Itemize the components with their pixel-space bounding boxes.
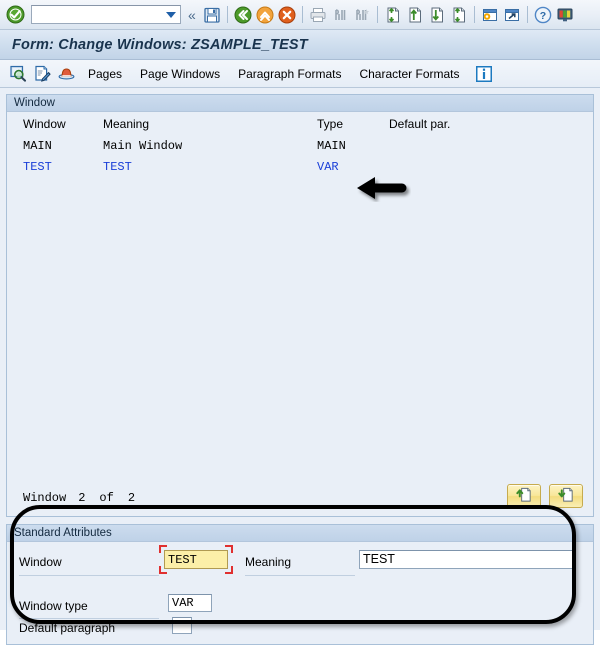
scroll-up-button[interactable] [507, 484, 541, 508]
field-underline [19, 575, 159, 576]
previous-page-icon[interactable] [404, 4, 426, 26]
chevron-down-icon[interactable] [166, 12, 176, 18]
command-input[interactable] [32, 7, 166, 22]
save-icon[interactable] [201, 4, 223, 26]
meaning-field-label: Meaning [245, 555, 292, 569]
standard-attributes-panel: Standard Attributes Window TEST Meaning … [6, 524, 594, 645]
window-list: Window Meaning Type Default par. MAIN Ma… [7, 112, 593, 480]
default-paragraph-field-label: Default paragraph [19, 621, 116, 635]
window-table: Window Meaning Type Default par. MAIN Ma… [7, 112, 593, 178]
paging-bar: Window 2 of 2 [7, 480, 593, 516]
paging-of: of [99, 491, 114, 505]
local-layout-icon[interactable] [554, 4, 576, 26]
cell-type[interactable]: VAR [317, 157, 389, 178]
print-icon [307, 4, 329, 26]
table-header-row: Window Meaning Type Default par. [7, 112, 593, 136]
paging-current: 2 [78, 491, 86, 505]
toolbar-separator [226, 6, 228, 23]
command-field[interactable] [31, 5, 181, 24]
column-header-meaning: Meaning [103, 117, 150, 131]
display-icon[interactable] [7, 63, 29, 85]
find-next-icon [351, 4, 373, 26]
window-input[interactable]: TEST [164, 550, 228, 569]
cell-type[interactable]: MAIN [317, 136, 389, 157]
page-title: Form: Change Windows: ZSAMPLE_TEST [12, 36, 308, 53]
cell-default-par[interactable] [389, 136, 593, 157]
window-field-label: Window [19, 555, 62, 569]
paragraph-formats-button[interactable]: Paragraph Formats [229, 63, 350, 85]
paging-total: 2 [127, 491, 136, 505]
next-page-icon[interactable] [426, 4, 448, 26]
customize-local-layout-icon[interactable] [479, 4, 501, 26]
standard-attributes-header: Standard Attributes [7, 525, 593, 542]
window-group-header: Window [7, 95, 593, 112]
last-page-icon[interactable] [448, 4, 470, 26]
green-check-icon[interactable] [4, 4, 26, 26]
title-bar: Form: Change Windows: ZSAMPLE_TEST [0, 30, 600, 60]
standard-attributes-body: Window TEST Meaning TEST Window type VAR… [7, 542, 593, 643]
find-icon [329, 4, 351, 26]
pages-button[interactable]: Pages [79, 63, 131, 85]
cell-meaning[interactable]: TEST [103, 157, 317, 178]
default-paragraph-input[interactable] [172, 617, 192, 634]
meaning-input[interactable]: TEST [359, 550, 574, 569]
first-page-icon[interactable] [382, 4, 404, 26]
cell-meaning[interactable]: Main Window [103, 136, 317, 157]
table-row[interactable]: MAIN Main Window MAIN [7, 136, 593, 157]
collapse-chevron-icon[interactable]: « [188, 7, 196, 23]
information-icon[interactable] [473, 63, 495, 85]
change-icon[interactable] [31, 63, 53, 85]
navigation-buttons [507, 484, 583, 508]
toolbar-separator [526, 6, 528, 23]
cell-window[interactable]: TEST [7, 157, 103, 178]
window-type-field-label: Window type [19, 599, 88, 613]
page-down-arrow-icon [557, 486, 575, 506]
help-icon[interactable]: ? [532, 4, 554, 26]
paging-label: Window [23, 491, 67, 505]
toolbar-separator [473, 6, 475, 23]
create-shortcut-icon[interactable] [501, 4, 523, 26]
toolbar-separator [301, 6, 303, 23]
exit-icon[interactable] [254, 4, 276, 26]
cell-default-par[interactable] [389, 157, 593, 178]
svg-text:?: ? [540, 10, 546, 22]
system-toolbar: « ? [0, 0, 600, 30]
window-group-box: Window Window Meaning Type Default par. … [6, 94, 594, 517]
field-underline [245, 575, 355, 576]
application-toolbar: Pages Page Windows Paragraph Formats Cha… [0, 60, 600, 88]
character-formats-button[interactable]: Character Formats [350, 63, 468, 85]
cell-window[interactable]: MAIN [7, 136, 103, 157]
page-up-arrow-icon [515, 486, 533, 506]
table-row[interactable]: TEST TEST VAR [7, 157, 593, 178]
back-icon[interactable] [232, 4, 254, 26]
scroll-down-button[interactable] [549, 484, 583, 508]
page-windows-button[interactable]: Page Windows [131, 63, 229, 85]
column-header-default-par: Default par. [389, 117, 451, 131]
window-type-input[interactable]: VAR [168, 594, 212, 612]
column-header-window: Window [23, 117, 66, 131]
toolbar-separator [376, 6, 378, 23]
column-header-type: Type [317, 117, 344, 131]
field-underline [19, 618, 159, 619]
cancel-icon[interactable] [276, 4, 298, 26]
work-area: Window Window Meaning Type Default par. … [0, 88, 600, 645]
print-preview-icon[interactable] [55, 63, 77, 85]
